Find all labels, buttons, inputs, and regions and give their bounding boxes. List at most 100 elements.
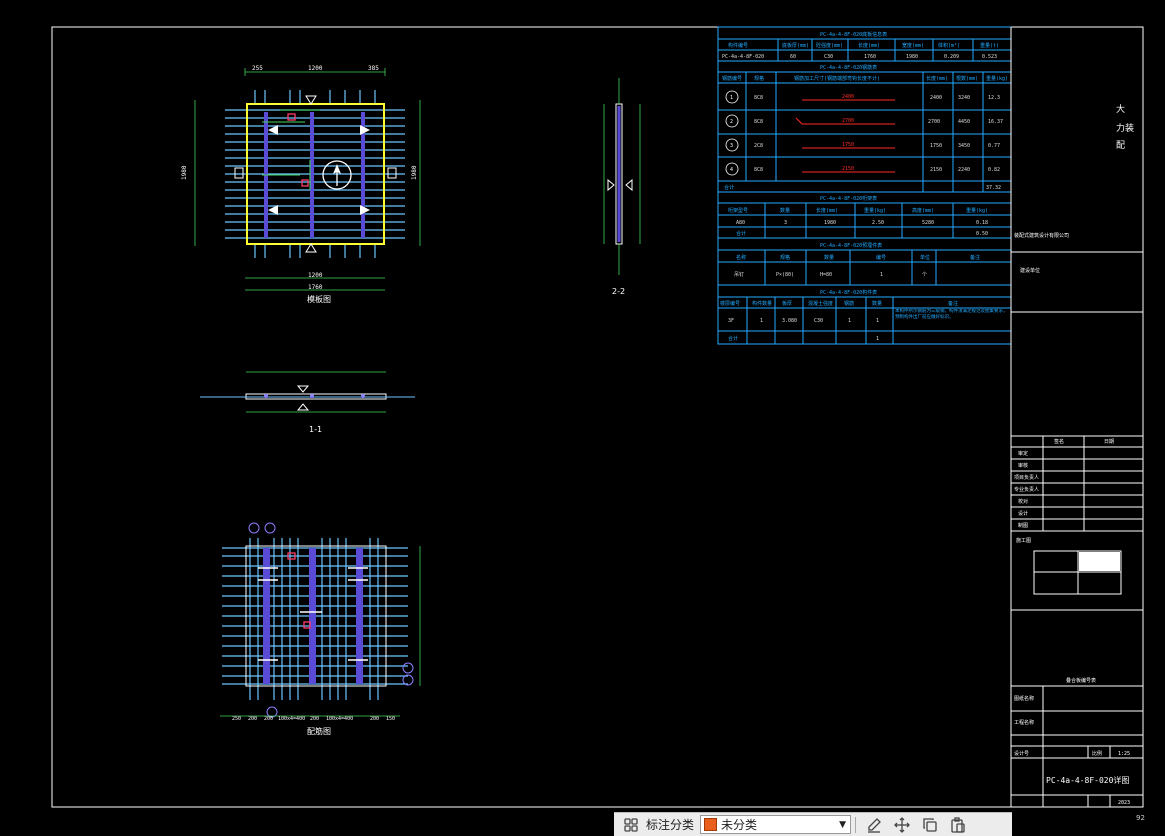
t3-c4: 5280 xyxy=(922,220,934,226)
paste-icon[interactable] xyxy=(947,816,969,834)
t2-r3-w: 0.82 xyxy=(988,167,1000,173)
t1-h5: 体积(m³) xyxy=(938,42,960,49)
t2-r2-spec: 2C8 xyxy=(754,143,763,149)
t3-h0: 桁架型号 xyxy=(728,207,748,214)
t2-r2-shape: 1750 xyxy=(842,142,854,148)
plan-dim-right: 1980 xyxy=(411,165,418,180)
t3-c2: 1980 xyxy=(824,220,836,226)
sig-row-6: 制图 xyxy=(1018,522,1028,529)
category-dropdown[interactable]: 未分类 ▼ xyxy=(700,815,852,834)
t3-h1: 数量 xyxy=(780,207,790,214)
sig-row-2: 项目负责人 xyxy=(1014,474,1039,481)
rebar-view xyxy=(220,522,421,718)
side-note-2: 力装 xyxy=(1116,122,1134,134)
section-22-label: 2-2 xyxy=(612,287,625,296)
t1-h3: 长度(mm) xyxy=(858,42,880,49)
t2-r3-len: 2150 xyxy=(930,167,942,173)
status-label: 施工图 xyxy=(1016,537,1031,544)
table4-title: PC-4a-4-8F-020预埋件表 xyxy=(820,242,882,249)
sig-row-5: 设计 xyxy=(1018,510,1028,517)
t1-c6: 0.523 xyxy=(982,54,997,60)
annotation-toolbar: 标注分类 未分类 ▼ xyxy=(614,812,1012,836)
plan-dim-left: 1980 xyxy=(181,165,188,180)
t1-h2: 砼强度(mm) xyxy=(816,42,843,49)
t2-r1-spec: 8C8 xyxy=(754,119,763,125)
side-note-3: 配 xyxy=(1116,140,1125,151)
sig-row-3: 专业负责人 xyxy=(1014,486,1039,493)
t2-r0-id: 1 xyxy=(730,95,733,101)
cad-drawing-canvas[interactable]: 255 1200 385 1200 1760 1980 1980 模板图 2-2… xyxy=(0,0,1165,835)
t2-r3-shape: 2150 xyxy=(842,166,854,172)
t2-r1-len: 2700 xyxy=(928,119,940,125)
t5-h1: 构件数量 xyxy=(752,300,772,307)
t2-h3: 长度(mm) xyxy=(926,75,948,82)
t2-h4: 根数(mm) xyxy=(956,75,978,82)
t5-h6: 备注 xyxy=(948,300,958,307)
t4-c1: P×(80) xyxy=(776,272,794,278)
rebar-dim-3: 200 xyxy=(264,716,273,722)
t5-h0: 楼层编号 xyxy=(720,300,740,307)
t2-h5: 重量(kg) xyxy=(986,75,1008,82)
t5-total: 1 xyxy=(876,336,879,342)
t2-r0-n: 3240 xyxy=(958,95,970,101)
rebar-shapes xyxy=(795,99,895,173)
category-color-swatch xyxy=(704,818,718,831)
t2-h0: 钢筋编号 xyxy=(722,75,742,82)
t4-h1: 规格 xyxy=(780,254,790,261)
edit-icon[interactable] xyxy=(863,816,885,834)
t2-h2: 钢筋加工尺寸(钢筋端部弯钩长度不计) xyxy=(794,75,880,82)
t3-h3: 重量(kg) xyxy=(864,207,886,214)
grid-category-icon[interactable] xyxy=(622,817,640,833)
t5-h5: 数量 xyxy=(872,300,882,307)
chevron-down-icon: ▼ xyxy=(839,819,847,830)
toolbar-label: 标注分类 xyxy=(646,818,695,832)
t2-r1-w: 16.37 xyxy=(988,119,1003,125)
rebar-dim-5: 200 xyxy=(310,716,319,722)
plan-dim-bottom: 1200 xyxy=(308,272,323,279)
t4-h3: 编号 xyxy=(876,254,886,261)
tables-block xyxy=(717,26,1012,345)
sig-row-1: 审核 xyxy=(1018,462,1028,469)
t4-h4: 单位 xyxy=(920,254,930,261)
t2-r0-w: 12.3 xyxy=(988,95,1000,101)
t1-c4: 1980 xyxy=(906,54,918,60)
table2-title: PC-4a-4-8F-020钢筋表 xyxy=(820,64,877,71)
section-11-label: 1-1 xyxy=(309,425,322,434)
t2-r2-id: 3 xyxy=(730,143,733,149)
section-11-view xyxy=(200,371,415,413)
table3-title: PC-4a-4-8F-020桁架表 xyxy=(820,195,877,202)
t4-c0: 吊钉 xyxy=(734,271,744,278)
rebar-id-circles xyxy=(725,90,739,176)
section-22-view xyxy=(603,78,641,275)
sig-header-name: 签名 xyxy=(1054,438,1064,445)
t3-c0: A80 xyxy=(736,220,745,226)
t2-r3-spec: 8C8 xyxy=(754,167,763,173)
t5-c0: 3F xyxy=(728,318,734,324)
t2-r1-n: 4450 xyxy=(958,119,970,125)
rebar-dim-6: 100x4=400 xyxy=(326,716,353,722)
key-plan-highlight xyxy=(1079,552,1120,571)
t5-c1: 1 xyxy=(760,318,763,324)
t2-r2-n: 3450 xyxy=(958,143,970,149)
plan-view-label: 模板图 xyxy=(307,294,331,304)
t1-c1: 60 xyxy=(790,54,796,60)
t5-note: 本构件所示钢筋为三级钢，构件须满足规范及图集要求，预制构件出厂前应做好标识。 xyxy=(895,309,1008,320)
copy-icon[interactable] xyxy=(919,816,941,834)
rebar-dim-1: 250 xyxy=(232,716,241,722)
footer-row-2: 设计号 xyxy=(1014,750,1029,757)
sig-header-date: 日期 xyxy=(1104,439,1114,445)
t3-total: 0.50 xyxy=(976,231,988,237)
table5-title: PC-4a-4-8F-020构件表 xyxy=(820,289,877,296)
move-icon[interactable] xyxy=(891,816,913,834)
t5-total-label: 合计 xyxy=(728,335,738,342)
t1-h4: 宽度(mm) xyxy=(902,42,924,49)
t4-c3: 1 xyxy=(880,272,883,278)
footer-row-1: 工程名称 xyxy=(1014,719,1034,726)
t4-h0: 名称 xyxy=(736,254,746,261)
rebar-dim-2: 200 xyxy=(248,716,257,722)
footer-row-0: 图纸名称 xyxy=(1014,695,1034,702)
t2-total: 37.32 xyxy=(986,185,1001,191)
mini-label: 叠合板编号表 xyxy=(1066,677,1096,684)
t5-h2: 板厚 xyxy=(782,300,792,307)
rebar-dim-8: 150 xyxy=(386,716,395,722)
